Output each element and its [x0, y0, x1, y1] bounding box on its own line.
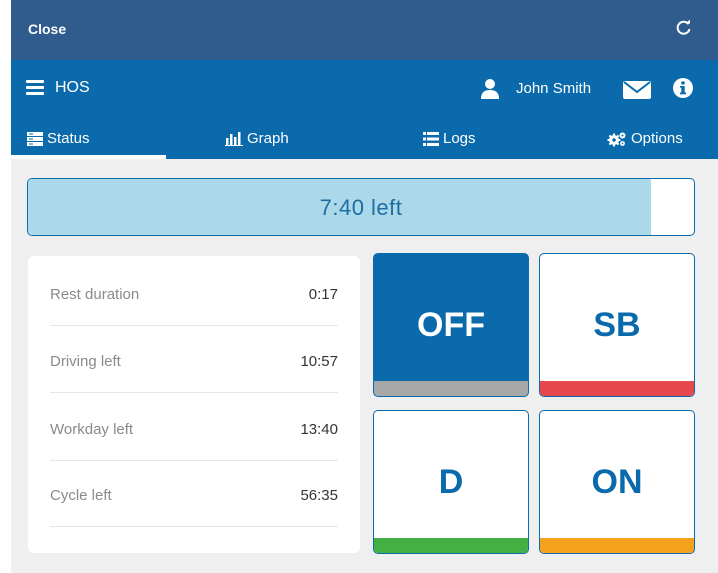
tab-options-label: Options — [631, 130, 683, 147]
tab-status-label: Status — [47, 130, 90, 147]
summary-row-value: 10:57 — [300, 353, 338, 370]
duty-status-color-bar — [540, 538, 694, 553]
duty-status-color-bar — [540, 381, 694, 396]
gears-icon — [607, 131, 627, 147]
remaining-time-label: 7:40 left — [319, 195, 403, 220]
remaining-time-bar: 7:40 left — [27, 178, 695, 236]
summary-row-value: 0:17 — [308, 286, 338, 303]
duty-status-code: D — [438, 463, 464, 501]
tab-status[interactable]: Status — [27, 118, 90, 159]
refresh-icon[interactable] — [674, 18, 694, 38]
tab-bar: Status Graph Logs Options — [11, 118, 718, 159]
tab-graph-label: Graph — [247, 130, 289, 147]
summary-row: Cycle left 56:35 — [50, 460, 338, 527]
mail-icon[interactable] — [623, 80, 651, 100]
summary-row-label: Workday left — [50, 421, 134, 438]
user-icon — [481, 79, 499, 99]
tab-graph[interactable]: Graph — [225, 118, 289, 159]
duty-status-code: SB — [593, 306, 641, 344]
summary-row: Workday left 13:40 — [50, 394, 338, 461]
app-title: HOS — [55, 79, 90, 96]
window-title-bar: Close — [11, 0, 718, 60]
summary-row-label: Driving left — [50, 353, 121, 370]
summary-row: Driving left 10:57 — [50, 326, 338, 393]
status-list-icon — [27, 131, 43, 146]
list-icon — [423, 131, 439, 146]
duty-status-code: ON — [591, 463, 643, 501]
hamburger-menu-icon[interactable] — [26, 80, 44, 96]
duty-status-color-bar — [374, 381, 528, 396]
tab-logs[interactable]: Logs — [423, 118, 476, 159]
bar-chart-icon — [225, 131, 243, 146]
duty-status-off-button[interactable]: OFF — [373, 253, 529, 397]
summary-row-value: 56:35 — [300, 487, 338, 504]
duty-status-sb-button[interactable]: SB — [539, 253, 695, 397]
app-frame: Close HOS John Smith Status Graph Logs O… — [11, 0, 718, 573]
info-icon[interactable] — [672, 77, 694, 99]
app-header: HOS John Smith — [11, 60, 718, 118]
summary-row-value: 13:40 — [300, 421, 338, 438]
user-name[interactable]: John Smith — [516, 80, 591, 97]
duty-status-code: OFF — [417, 306, 485, 344]
tab-logs-label: Logs — [443, 130, 476, 147]
hours-summary-card: Rest duration 0:17 Driving left 10:57 Wo… — [28, 256, 360, 553]
duty-status-color-bar — [374, 538, 528, 553]
duty-status-on-button[interactable]: ON — [539, 410, 695, 554]
tab-options[interactable]: Options — [607, 118, 683, 159]
selected-tab-indicator — [11, 155, 166, 159]
close-button[interactable]: Close — [28, 21, 66, 37]
duty-status-d-button[interactable]: D — [373, 410, 529, 554]
summary-row-label: Cycle left — [50, 487, 112, 504]
summary-row-label: Rest duration — [50, 286, 140, 303]
summary-row: Rest duration 0:17 — [50, 259, 338, 326]
